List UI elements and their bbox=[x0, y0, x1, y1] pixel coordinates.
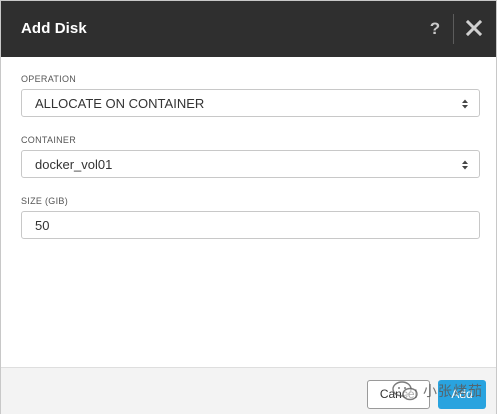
size-label: SIZE (GIB) bbox=[21, 196, 69, 206]
operation-label: OPERATION bbox=[21, 74, 77, 84]
container-select[interactable]: docker_vol01 bbox=[21, 150, 480, 178]
container-value: docker_vol01 bbox=[35, 157, 113, 172]
operation-select[interactable]: ALLOCATE ON CONTAINER bbox=[21, 89, 480, 117]
help-icon[interactable]: ? bbox=[427, 18, 443, 40]
container-label: CONTAINER bbox=[21, 135, 77, 145]
close-icon[interactable] bbox=[464, 17, 484, 39]
size-value: 50 bbox=[35, 218, 50, 233]
add-button[interactable]: Add bbox=[438, 380, 486, 409]
add-disk-dialog: Add Disk ? OPERATION ALLOCATE ON CONTAIN… bbox=[0, 0, 497, 414]
header-divider bbox=[453, 14, 454, 44]
operation-value: ALLOCATE ON CONTAINER bbox=[35, 96, 205, 111]
select-arrows-icon bbox=[462, 160, 468, 170]
select-arrows-icon bbox=[462, 99, 468, 109]
dialog-header: Add Disk ? bbox=[1, 1, 496, 57]
cancel-button[interactable]: Cancel bbox=[367, 380, 430, 409]
dialog-title: Add Disk bbox=[21, 20, 87, 37]
size-input[interactable]: 50 bbox=[21, 211, 480, 239]
